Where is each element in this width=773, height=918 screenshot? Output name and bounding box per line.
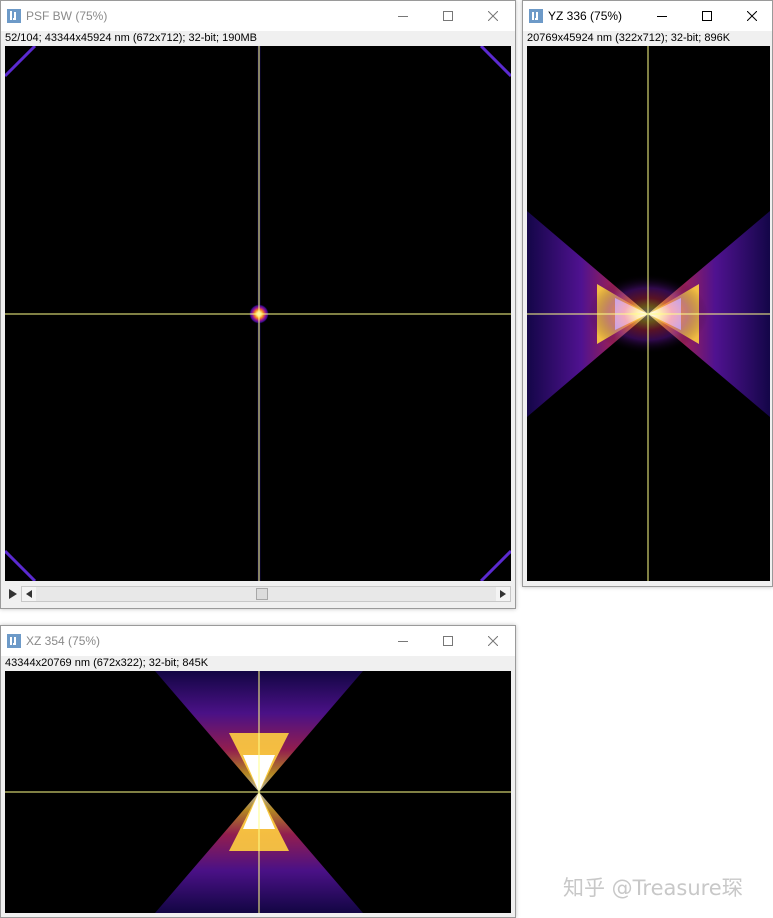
yz-image [527, 46, 770, 581]
minimize-icon [656, 16, 667, 17]
yz-maximize-button[interactable] [684, 1, 729, 31]
psf-close-button[interactable] [470, 1, 515, 31]
maximize-icon [442, 636, 453, 646]
imagej-icon [7, 634, 21, 648]
xz-window[interactable]: XZ 354 (75%) 43344x20769 nm (672x322); 3… [0, 625, 516, 918]
psf-minimize-button[interactable] [380, 1, 425, 31]
xz-title: XZ 354 (75%) [26, 634, 101, 648]
yz-image-canvas[interactable] [527, 46, 770, 581]
yz-titlebar[interactable]: YZ 336 (75%) [523, 1, 772, 31]
imagej-icon [7, 9, 21, 23]
close-icon [746, 11, 757, 21]
psf-info: 52/104; 43344x45924 nm (672x712); 32-bit… [5, 32, 257, 44]
xz-maximize-button[interactable] [425, 626, 470, 656]
minimize-icon [397, 641, 408, 642]
imagej-icon [529, 9, 543, 23]
chevron-left-icon [26, 590, 32, 598]
chevron-right-icon [500, 590, 506, 598]
close-icon [487, 11, 498, 21]
watermark: 知乎 @Treasure琛 [563, 876, 743, 900]
scroll-left-arrow[interactable] [22, 587, 36, 601]
psf-titlebar[interactable]: PSF BW (75%) [1, 1, 515, 31]
yz-window[interactable]: YZ 336 (75%) 20769x45924 nm (322x712); 3… [522, 0, 773, 587]
yz-info: 20769x45924 nm (322x712); 32-bit; 896K [527, 32, 731, 44]
play-icon[interactable] [7, 588, 19, 600]
psf-image-canvas[interactable] [5, 46, 511, 581]
slice-scroll-thumb[interactable] [256, 588, 268, 600]
maximize-icon [442, 11, 453, 21]
yz-minimize-button[interactable] [639, 1, 684, 31]
xz-info: 43344x20769 nm (672x322); 32-bit; 845K [5, 657, 209, 669]
slice-scrollbar[interactable] [21, 586, 511, 602]
yz-title: YZ 336 (75%) [548, 9, 623, 23]
psf-maximize-button[interactable] [425, 1, 470, 31]
xz-image-canvas[interactable] [5, 671, 511, 913]
minimize-icon [397, 16, 408, 17]
psf-slice-controls [5, 583, 513, 605]
xz-titlebar[interactable]: XZ 354 (75%) [1, 626, 515, 656]
close-icon [487, 636, 498, 646]
yz-close-button[interactable] [729, 1, 773, 31]
xz-close-button[interactable] [470, 626, 515, 656]
scroll-right-arrow[interactable] [496, 587, 510, 601]
maximize-icon [701, 11, 712, 21]
psf-window[interactable]: PSF BW (75%) 52/104; 43344x45924 nm (672… [0, 0, 516, 609]
xz-minimize-button[interactable] [380, 626, 425, 656]
xz-image [5, 671, 511, 913]
psf-title: PSF BW (75%) [26, 9, 108, 23]
psf-image [5, 46, 511, 581]
